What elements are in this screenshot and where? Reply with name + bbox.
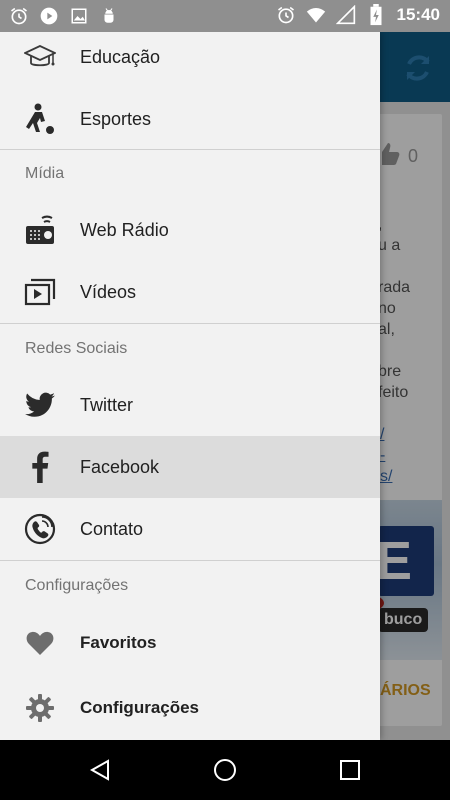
section-title-midia: Mídia (25, 165, 65, 182)
drawer-item-label: Educação (80, 46, 161, 67)
drawer-item-label: Contato (80, 518, 144, 539)
graduation-cap-icon (24, 41, 56, 73)
system-nav-bar (0, 740, 450, 800)
drawer-item-label: Configurações (80, 698, 200, 717)
section-title-redes-sociais: Redes Sociais (25, 340, 128, 357)
drawer-item-label: Favoritos (80, 633, 157, 652)
twitter-icon (24, 389, 56, 421)
back-icon[interactable] (84, 754, 116, 786)
clock: 15:40 (396, 5, 440, 24)
recents-icon[interactable] (334, 754, 366, 786)
alarm-icon (275, 4, 297, 26)
drawer-item-educacao[interactable]: Educação (0, 32, 380, 88)
video-library-icon (24, 276, 56, 308)
section-divider (0, 560, 380, 561)
image-icon (68, 5, 90, 27)
battery-charging-icon (365, 4, 387, 26)
drawer-item-esportes[interactable]: Esportes (0, 88, 380, 150)
section-title-configuracoes: Configurações (25, 577, 129, 594)
radio-icon (24, 214, 56, 246)
drawer-item-label: Vídeos (80, 281, 137, 302)
phone-icon (24, 513, 56, 545)
status-bar: 15:40 (0, 0, 450, 32)
play-icon (38, 5, 60, 27)
drawer-scrim[interactable] (380, 32, 450, 740)
drawer-item-label: Web Rádio (80, 219, 169, 240)
drawer-item-contato[interactable]: Contato (0, 498, 380, 560)
gear-icon (24, 692, 56, 724)
drawer-item-label: Facebook (80, 456, 160, 477)
section-divider (0, 323, 380, 324)
drawer-item-label: Twitter (80, 394, 134, 415)
drawer-item-label: Esportes (80, 108, 152, 129)
facebook-icon (24, 451, 56, 483)
navigation-drawer: Educação Esportes Mídia Web Rádio Vídeos… (0, 32, 380, 740)
wifi-icon (305, 4, 327, 26)
drawer-item-favoritos[interactable]: Favoritos (0, 612, 380, 674)
heart-icon (24, 627, 56, 659)
drawer-item-web-radio[interactable]: Web Rádio (0, 199, 380, 261)
drawer-item-facebook[interactable]: Facebook (0, 436, 380, 498)
soccer-player-icon (24, 103, 56, 135)
drawer-item-videos[interactable]: Vídeos (0, 261, 380, 323)
section-divider (0, 149, 380, 150)
drawer-item-configuracoes[interactable]: Configurações (0, 677, 380, 739)
home-icon[interactable] (209, 754, 241, 786)
alarm-icon (8, 5, 30, 27)
android-debug-icon (98, 5, 120, 27)
drawer-item-twitter[interactable]: Twitter (0, 374, 380, 436)
signal-icon (335, 4, 357, 26)
